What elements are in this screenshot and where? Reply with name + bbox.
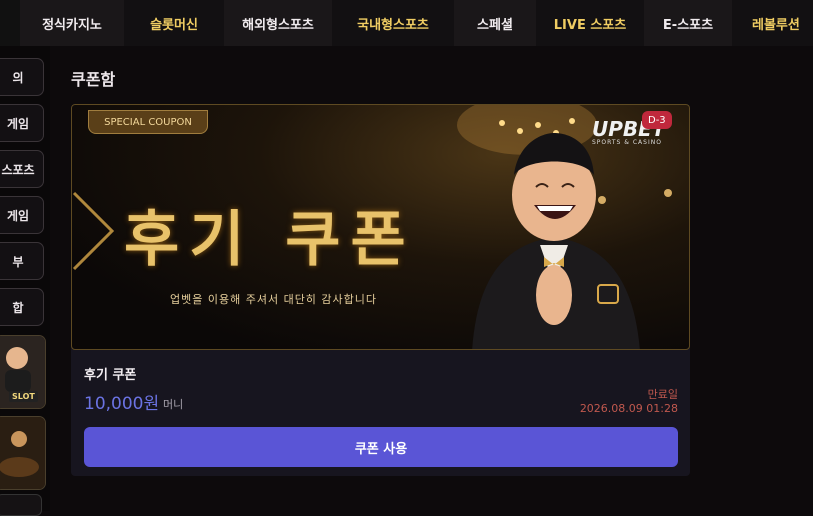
days-left-badge: D-3 xyxy=(642,111,672,129)
sidebar-casino-thumbnail[interactable] xyxy=(0,416,46,490)
sidebar-item-more[interactable] xyxy=(0,494,42,516)
sidebar-item-label: 의 xyxy=(12,70,24,85)
coupon-banner: SPECIAL COUPON 후기 쿠폰 업벳을 이용해 주셔서 대단히 감사합… xyxy=(71,104,690,350)
banner-title: 후기 쿠폰 xyxy=(124,205,416,275)
expiry-label: 만료일 xyxy=(647,388,678,401)
use-coupon-button[interactable]: 쿠폰 사용 xyxy=(84,427,678,467)
coupon-name: 후기 쿠폰 xyxy=(84,368,137,383)
sidebar-item-label: 게임 xyxy=(6,116,30,131)
sidebar-item-label: 게임 xyxy=(6,208,30,223)
sidebar-item-5[interactable]: 부 xyxy=(0,242,44,280)
sidebar-item-3[interactable]: 스포츠 xyxy=(0,150,44,188)
coupon-amount: 10,000원 xyxy=(84,394,160,414)
sidebar-item-label: 스포츠 xyxy=(1,162,35,177)
sidebar-item-4[interactable]: 게임 xyxy=(0,196,44,234)
sidebar: 의 게임 스포츠 게임 부 합 SLOT xyxy=(0,46,50,516)
nav-item-slot-machine[interactable]: 슬롯머신 xyxy=(124,0,224,46)
sidebar-item-label: 합 xyxy=(12,300,24,315)
special-coupon-badge: SPECIAL COUPON xyxy=(88,110,208,134)
coupon-card: SPECIAL COUPON 후기 쿠폰 업벳을 이용해 주셔서 대단히 감사합… xyxy=(71,104,690,476)
nav-item-special[interactable]: 스페셜 xyxy=(454,0,536,46)
nav-item-overseas-sports[interactable]: 해외형스포츠 xyxy=(224,0,332,46)
sidebar-item-6[interactable]: 합 xyxy=(0,288,44,326)
expiry-date: 2026.08.09 01:28 xyxy=(579,402,678,415)
nav-item-esports[interactable]: E-스포츠 xyxy=(644,0,732,46)
casino-table-icon xyxy=(0,417,45,489)
sidebar-slot-thumbnail[interactable]: SLOT xyxy=(0,335,46,409)
slot-tag: SLOT xyxy=(9,391,38,402)
coupon-unit: 머니 xyxy=(163,398,184,411)
sidebar-item-label: 부 xyxy=(12,254,24,269)
nav-item-revolution[interactable]: 레볼루션 xyxy=(732,0,813,46)
sidebar-item-1[interactable]: 의 xyxy=(0,58,44,96)
page-title: 쿠폰함 xyxy=(71,70,116,89)
nav-item-live-casino[interactable]: 정식카지노 xyxy=(20,0,124,46)
logo-subtext: SPORTS & CASINO xyxy=(592,139,662,146)
sidebar-item-2[interactable]: 게임 xyxy=(0,104,44,142)
top-nav: 정식카지노 슬롯머신 해외형스포츠 국내형스포츠 스페셜 LIVE 스포츠 E-… xyxy=(0,0,813,46)
nav-item-live-sports[interactable]: LIVE 스포츠 xyxy=(536,0,644,46)
banner-subtitle: 업벳을 이용해 주셔서 대단히 감사합니다 xyxy=(170,293,378,306)
nav-item-domestic-sports[interactable]: 국내형스포츠 xyxy=(332,0,454,46)
nav-lead xyxy=(0,0,20,46)
